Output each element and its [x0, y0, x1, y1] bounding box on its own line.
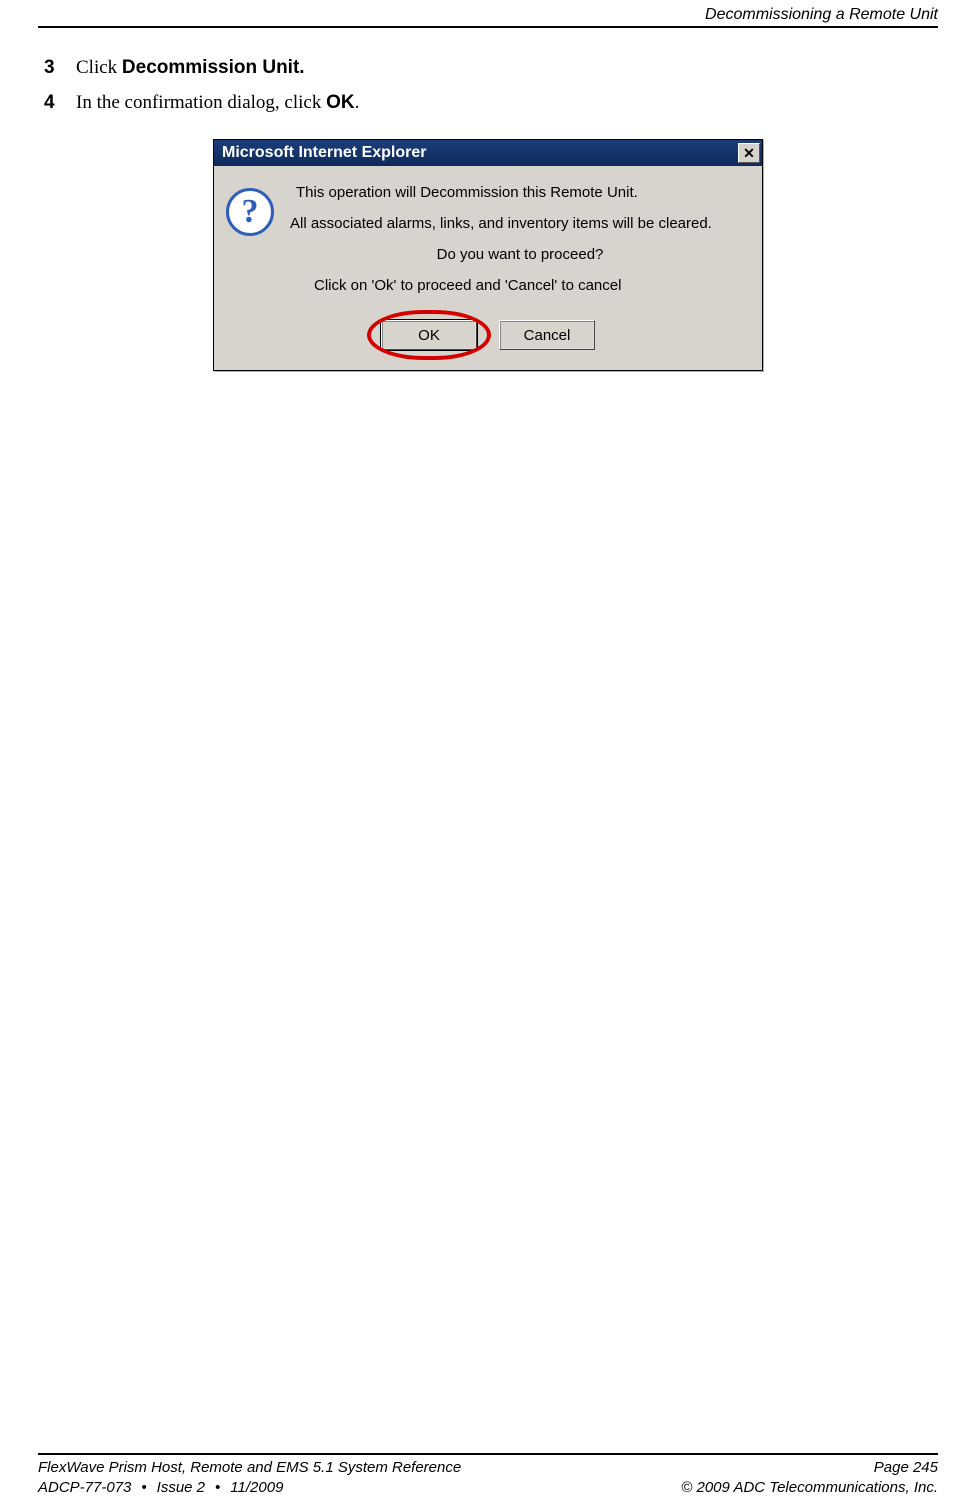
dialog-body: ? This operation will Decommission this … — [214, 166, 762, 314]
page-footer: FlexWave Prism Host, Remote and EMS 5.1 … — [38, 1453, 938, 1499]
ok-button[interactable]: OK — [381, 320, 477, 350]
cancel-button[interactable]: Cancel — [499, 320, 595, 350]
dialog-title: Microsoft Internet Explorer — [222, 144, 426, 162]
dialog-titlebar: Microsoft Internet Explorer ✕ — [214, 140, 762, 166]
footer-docinfo: ADCP-77-073•Issue 2•11/2009 — [38, 1478, 461, 1498]
dialog-line-2: All associated alarms, links, and invent… — [290, 215, 750, 232]
page-header: Decommissioning a Remote Unit — [38, 0, 938, 28]
step-number: 4 — [44, 91, 76, 116]
header-title: Decommissioning a Remote Unit — [705, 6, 938, 23]
step-list: 3 Click Decommission Unit. 4 In the conf… — [38, 56, 938, 115]
dialog-message: This operation will Decommission this Re… — [290, 184, 750, 308]
step-text: In the confirmation dialog, click OK. — [76, 91, 359, 116]
dialog-buttons: OK Cancel — [214, 314, 762, 370]
dialog-line-3: Do you want to proceed? — [290, 246, 750, 263]
step-3: 3 Click Decommission Unit. — [44, 56, 938, 81]
dialog-screenshot: Microsoft Internet Explorer ✕ ? This ope… — [213, 139, 763, 371]
footer-right: Page 245 © 2009 ADC Telecommunications, … — [681, 1458, 938, 1499]
close-icon[interactable]: ✕ — [738, 143, 760, 163]
step-text: Click Decommission Unit. — [76, 56, 305, 81]
dialog-line-4: Click on 'Ok' to proceed and 'Cancel' to… — [314, 277, 750, 294]
footer-copyright: © 2009 ADC Telecommunications, Inc. — [681, 1478, 938, 1498]
question-icon: ? — [226, 188, 274, 236]
footer-ref: FlexWave Prism Host, Remote and EMS 5.1 … — [38, 1458, 461, 1478]
dialog-line-1: This operation will Decommission this Re… — [296, 184, 750, 201]
confirmation-dialog: Microsoft Internet Explorer ✕ ? This ope… — [213, 139, 763, 371]
footer-page: Page 245 — [681, 1458, 938, 1478]
footer-left: FlexWave Prism Host, Remote and EMS 5.1 … — [38, 1458, 461, 1499]
step-4: 4 In the confirmation dialog, click OK. — [44, 91, 938, 116]
step-number: 3 — [44, 56, 76, 81]
